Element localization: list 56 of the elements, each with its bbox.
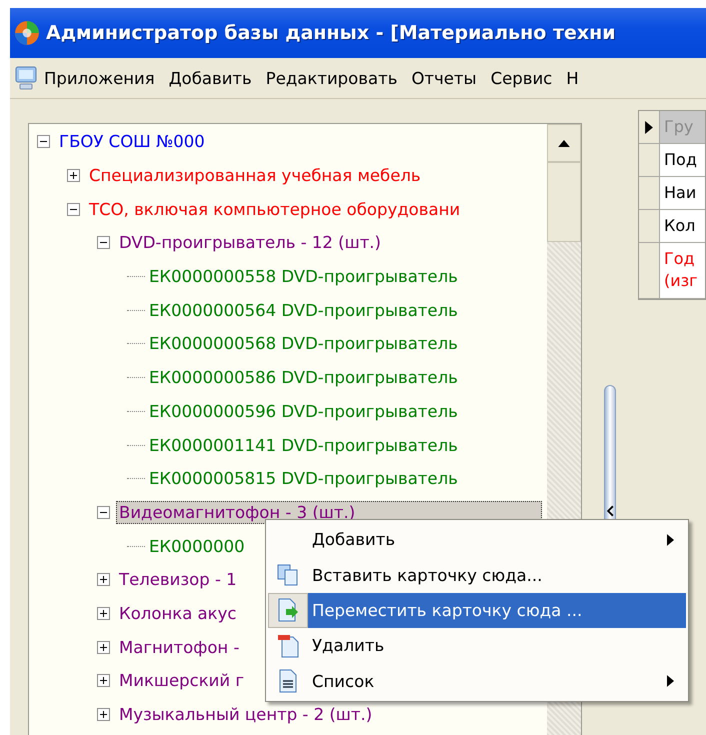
expand-button[interactable]	[97, 674, 110, 688]
tree-item[interactable]: ЕК0000000558 DVD-проигрыватель	[146, 265, 461, 288]
tree-item[interactable]: ГБОУ СОШ №000	[56, 130, 208, 154]
chevron-left-icon	[606, 505, 614, 517]
tree-item[interactable]: Колонка акус	[116, 602, 240, 625]
tree-item[interactable]: Музыкальный центр - 2 (шт.)	[116, 703, 376, 726]
app-icon	[14, 20, 40, 46]
menu-item[interactable]: Сервис	[490, 68, 552, 88]
document-delete-icon	[277, 634, 299, 658]
menu-item[interactable]: Редактировать	[266, 68, 398, 88]
menu-item[interactable]: Приложения	[44, 68, 155, 88]
menu-item[interactable]: Вставить карточку сюда...	[308, 557, 686, 593]
table-cell: Наи	[660, 177, 705, 209]
tree-item[interactable]: ЕК0000000586 DVD-проигрыватель	[146, 366, 461, 390]
menu-item[interactable]: Добавить	[308, 522, 686, 558]
collapse-button[interactable]	[37, 135, 50, 148]
tree-item[interactable]: ТСО, включая компьютерное оборудовани	[86, 198, 464, 221]
menu-item[interactable]: Отчеты	[411, 68, 477, 88]
submenu-arrow-icon	[667, 534, 674, 546]
tree-item[interactable]: ЕК0000000564 DVD-проигрыватель	[146, 298, 461, 322]
submenu-arrow-icon	[667, 675, 674, 688]
window-title: Администратор базы данных - [Материально техни	[46, 22, 616, 44]
computer-icon[interactable]	[14, 65, 38, 91]
up-arrow-icon	[558, 140, 570, 146]
expand-button[interactable]	[97, 708, 110, 722]
table-cell: Год (изг	[660, 243, 705, 298]
tree-item[interactable]: Магнитофон -	[116, 636, 242, 659]
menu-item[interactable]: Переместить карточку сюда ...	[308, 592, 686, 628]
table-cell: Гру	[660, 111, 705, 143]
tree-item[interactable]: ЕК0000000596 DVD-проигрыватель	[146, 400, 461, 423]
tree-item[interactable]: Телевизор - 1	[116, 568, 240, 592]
table-cell: Под	[660, 144, 705, 176]
menu-item[interactable]: Добавить	[168, 68, 252, 88]
table-cell: Кол	[660, 210, 705, 242]
collapse-button[interactable]	[97, 236, 110, 250]
menu-item[interactable]: Н	[566, 68, 579, 88]
tree-item[interactable]: Специализированная учебная мебель	[86, 164, 424, 188]
copy-icon	[277, 564, 299, 586]
tree-item[interactable]: ЕК0000005815 DVD-проигрыватель	[146, 467, 461, 490]
document-list-icon	[278, 669, 298, 694]
collapse-button[interactable]	[97, 506, 110, 519]
tree-item[interactable]: DVD-проигрыватель - 12 (шт.)	[116, 231, 384, 254]
tree-item[interactable]: ЕК0000001141 DVD-проигрыватель	[146, 434, 461, 457]
expand-button[interactable]	[97, 640, 110, 654]
expand-button[interactable]	[67, 169, 80, 182]
collapse-button[interactable]	[67, 202, 80, 216]
menu-item[interactable]: Список	[308, 664, 686, 699]
tree-item[interactable]: ЕК0000000	[146, 534, 248, 558]
expand-button[interactable]	[97, 573, 110, 586]
menu-item[interactable]: Удалить	[308, 628, 686, 664]
tree-item[interactable]: ЕК0000000568 DVD-проигрыватель	[146, 332, 461, 356]
document-arrow-icon	[277, 598, 299, 622]
tree-item[interactable]: Микшерский г	[116, 669, 248, 692]
scroll-thumb[interactable]	[547, 162, 581, 242]
scroll-up-button[interactable]	[547, 124, 581, 162]
expand-button[interactable]	[97, 606, 110, 620]
